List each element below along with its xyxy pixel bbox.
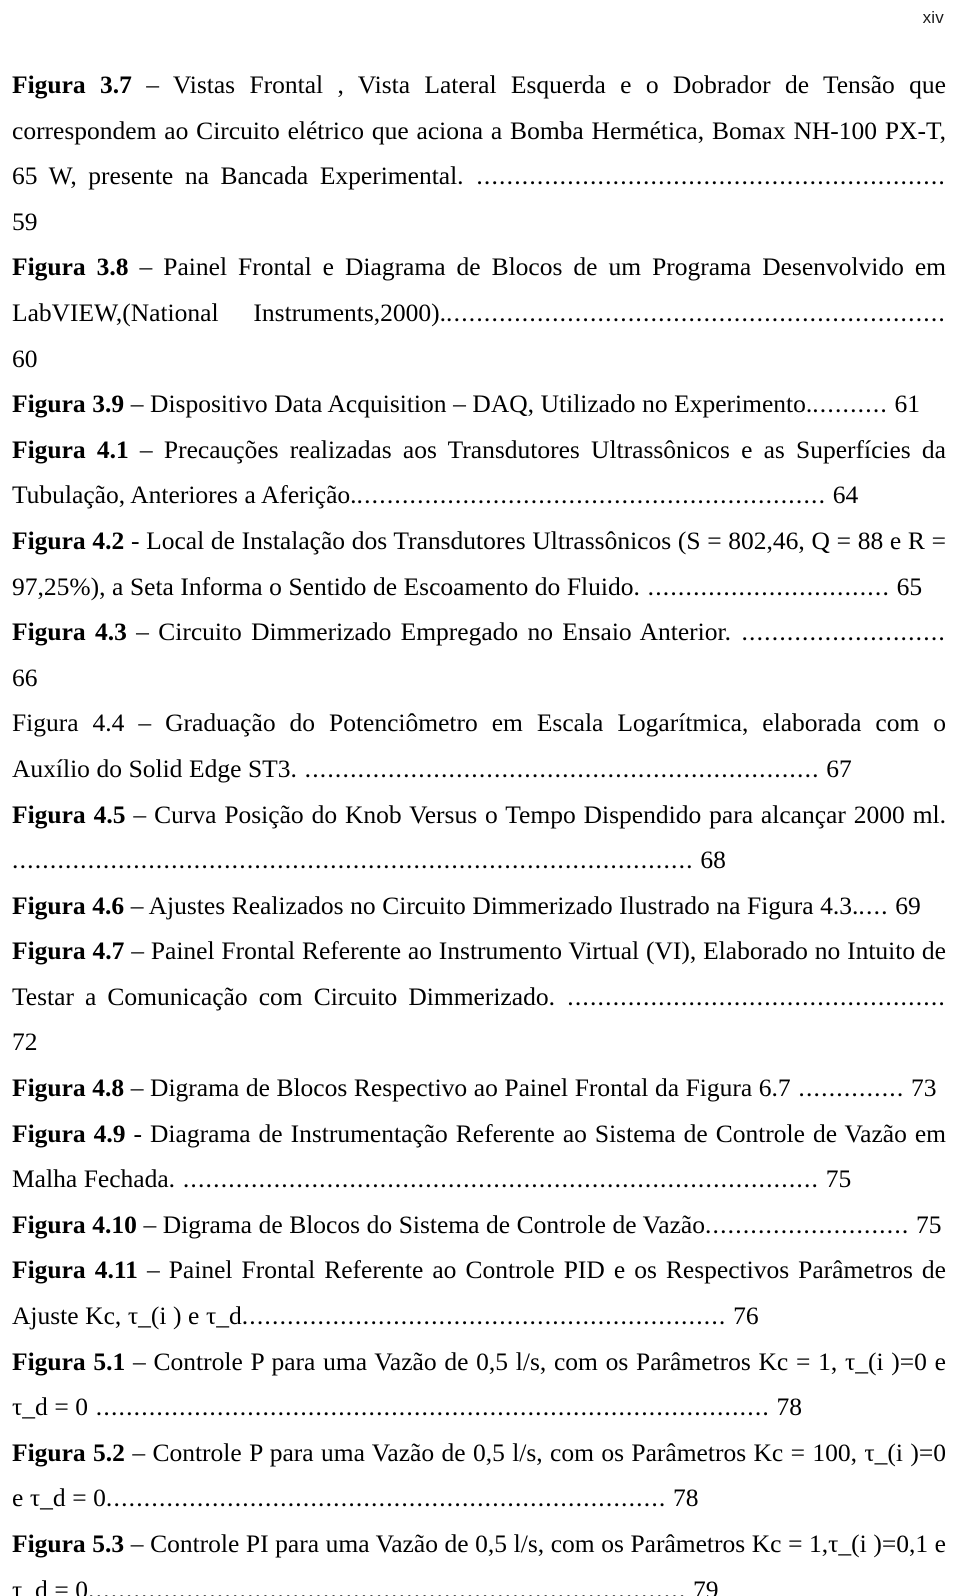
toc-entry-leader: ........................... [704, 1209, 910, 1239]
toc-entry[interactable]: Figura 3.8 – Painel Frontal e Diagrama d… [12, 244, 946, 381]
toc-entry[interactable]: Figura 3.7 – Vistas Frontal , Vista Late… [12, 62, 946, 244]
toc-entry-dash: - [125, 1118, 151, 1148]
toc-entry-label: Figura 4.2 [12, 525, 125, 555]
toc-entry-label: Figura 4.8 [12, 1073, 125, 1103]
toc-entry-page-number[interactable]: 78 [770, 1392, 803, 1421]
toc-entry-dash: – [125, 1346, 154, 1376]
toc-entry-dash: – [124, 708, 166, 738]
document-page: xiv Figura 3.7 – Vistas Frontal , Vista … [0, 0, 960, 1596]
toc-entry-label: Figura 3.9 [12, 389, 125, 419]
toc-entry-title: Digrama de Blocos Respectivo ao Painel F… [150, 1073, 791, 1103]
toc-entry-leader: ........................................… [88, 1392, 770, 1422]
toc-entry-dash: – [126, 617, 159, 647]
toc-entry-page-number[interactable]: 68 [694, 845, 726, 874]
toc-entry[interactable]: Figura 4.11 – Painel Frontal Referente a… [12, 1247, 946, 1338]
toc-entry[interactable]: Figura 4.5 – Curva Posição do Knob Versu… [12, 792, 946, 883]
toc-entry-label: Figura 5.1 [12, 1346, 126, 1376]
toc-entry-page-number[interactable]: 66 [12, 663, 38, 692]
toc-entry-leader: .... [858, 890, 889, 920]
toc-entry-label: Figura 4.9 [12, 1118, 126, 1148]
list-of-figures: Figura 3.7 – Vistas Frontal , Vista Late… [12, 62, 946, 1596]
toc-entry[interactable]: Figura 4.1 – Precauções realizadas aos T… [12, 427, 946, 518]
toc-entry[interactable]: Figura 4.2 - Local de Instalação dos Tra… [12, 518, 946, 609]
toc-entry-page-number[interactable]: 78 [666, 1483, 699, 1512]
toc-entry-label: Figura 5.3 [12, 1529, 125, 1558]
toc-entry-dash: – [124, 890, 149, 920]
toc-entry[interactable]: Figura 4.8 – Digrama de Blocos Respectiv… [12, 1065, 946, 1111]
toc-entry-title: Curva Posição do Knob Versus o Tempo Dis… [154, 799, 946, 829]
toc-entry-page-number[interactable]: 65 [890, 572, 923, 601]
toc-entry-leader: ........................................… [463, 161, 946, 191]
toc-entry-label: Figura 3.7 [12, 70, 132, 99]
toc-entry-leader: ........................................… [12, 845, 694, 875]
toc-entry[interactable]: Figura 5.3 – Controle PI para uma Vazão … [12, 1521, 946, 1596]
toc-entry[interactable]: Figura 3.9 – Dispositivo Data Acquisitio… [12, 381, 946, 427]
toc-entry-leader: ........................... [730, 617, 946, 647]
toc-entry[interactable]: Figura 4.4 – Graduação do Potenciômetro … [12, 700, 946, 791]
toc-entry-leader: ........................................… [88, 1574, 687, 1596]
toc-entry-leader: ........................................… [175, 1164, 820, 1194]
toc-entry-page-number[interactable]: 64 [826, 480, 859, 509]
toc-entry[interactable]: Figura 4.7 – Painel Frontal Referente ao… [12, 928, 946, 1065]
toc-entry-dash: – [124, 389, 151, 419]
toc-entry-label: Figura 4.6 [12, 890, 125, 920]
toc-entry-dash: – [124, 1073, 151, 1103]
toc-entry-dash: – [136, 1209, 163, 1239]
toc-entry[interactable]: Figura 4.3 – Circuito Dimmerizado Empreg… [12, 609, 946, 700]
toc-entry-dash: – [124, 936, 151, 966]
toc-entry-dash: – [128, 434, 164, 464]
toc-entry-leader: ........................................… [356, 480, 827, 510]
toc-entry-title: Ajustes Realizados no Circuito Dimmeriza… [148, 890, 859, 920]
toc-entry[interactable]: Figura 4.9 - Diagrama de Instrumentação … [12, 1111, 946, 1202]
toc-entry-page-number[interactable]: 60 [12, 344, 38, 373]
toc-entry-label: Figura 4.4 [12, 708, 125, 738]
toc-entry-label: Figura 4.3 [12, 617, 127, 647]
toc-entry-leader: ........................................… [554, 981, 946, 1011]
toc-entry-label: Figura 4.5 [12, 799, 126, 829]
toc-entry-page-number[interactable]: 75 [819, 1164, 852, 1193]
toc-entry-dash: – [137, 1255, 169, 1285]
toc-entry[interactable]: Figura 4.10 – Digrama de Blocos do Siste… [12, 1202, 946, 1248]
toc-entry[interactable]: Figura 5.2 – Controle P para uma Vazão d… [12, 1430, 946, 1521]
toc-entry-page-number[interactable]: 72 [12, 1027, 38, 1056]
toc-entry-leader: ........................................… [105, 1483, 667, 1513]
toc-entry-page-number[interactable]: 69 [889, 891, 921, 920]
toc-entry-leader: .............. [790, 1073, 905, 1103]
toc-entry-label: Figura 5.2 [12, 1437, 125, 1467]
toc-entry-page-number[interactable]: 59 [12, 207, 38, 236]
toc-entry-page-number[interactable]: 61 [888, 389, 921, 418]
toc-entry-title: Dispositivo Data Acquisition – DAQ, Util… [150, 389, 813, 419]
toc-entry-page-number[interactable]: 75 [909, 1210, 942, 1239]
toc-entry-leader: .......... [812, 389, 888, 419]
toc-entry-dash: – [131, 70, 173, 99]
toc-entry-dash: – [125, 799, 155, 829]
toc-entry-dash: – [124, 1437, 153, 1467]
toc-entry-label: Figura 4.11 [12, 1255, 138, 1285]
toc-entry-dash: - [124, 525, 147, 555]
toc-entry-dash: – [128, 252, 164, 282]
toc-entry-label: Figura 3.8 [12, 252, 129, 282]
toc-entry-page-number[interactable]: 79 [686, 1575, 719, 1596]
page-number-folio: xiv [922, 8, 944, 27]
toc-entry-label: Figura 4.1 [12, 434, 129, 464]
toc-entry-page-number[interactable]: 73 [904, 1073, 937, 1102]
toc-entry-page-number[interactable]: 67 [820, 754, 852, 783]
toc-entry-leader: ........................................… [296, 753, 820, 783]
toc-entry-label: Figura 4.7 [12, 936, 125, 966]
toc-entry-title: Circuito Dimmerizado Empregado no Ensaio… [158, 617, 731, 647]
toc-entry-leader: ........................................… [241, 1301, 727, 1331]
toc-entry-leader: ................................ [639, 571, 891, 601]
toc-entry[interactable]: Figura 5.1 – Controle P para uma Vazão d… [12, 1339, 946, 1430]
toc-entry-leader: ........................................… [446, 297, 946, 327]
toc-entry-page-number[interactable]: 76 [727, 1301, 759, 1330]
toc-entry-title: Digrama de Blocos do Sistema de Controle… [162, 1209, 705, 1239]
toc-entry-dash: – [124, 1529, 151, 1558]
toc-entry[interactable]: Figura 4.6 – Ajustes Realizados no Circu… [12, 883, 946, 929]
toc-entry-label: Figura 4.10 [12, 1209, 137, 1239]
